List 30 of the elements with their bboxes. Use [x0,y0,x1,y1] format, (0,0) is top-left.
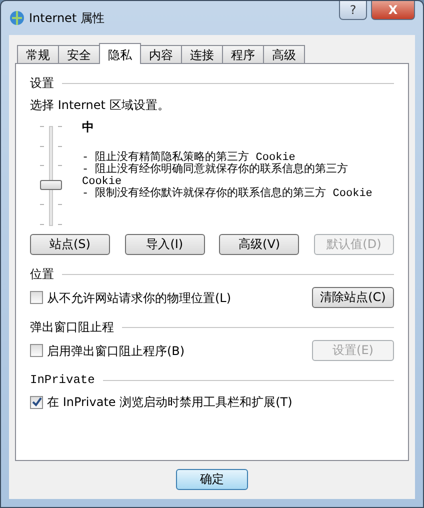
tab[interactable]: 内容 [140,45,182,63]
checkbox-label: 启用弹出窗口阻止程序(B) [47,342,185,360]
zone-prompt: 选择 Internet 区域设置。 [30,97,170,114]
section-heading: InPrivate [30,372,95,389]
checkbox[interactable] [30,291,43,304]
checkbox[interactable] [30,396,43,408]
tab[interactable]: 隐私 [99,43,141,64]
tab[interactable]: 安全 [58,45,100,63]
button[interactable]: 清除站点(C) [312,287,394,308]
tab[interactable]: 常规 [17,45,59,63]
description: - 阻止没有经你明确同意就保存你的联系信息的第三方 Cookie [82,164,350,188]
section-heading: 位置 [30,266,54,283]
level-name: 中 [82,119,95,136]
checkbox[interactable] [30,344,43,357]
ok-button[interactable]: 确定 [176,469,248,490]
description: - 阻止没有精简隐私策略的第三方 Cookie [82,152,296,164]
section-heading: 弹出窗口阻止程 [30,319,114,336]
section-heading: 设置 [30,75,54,92]
description: - 限制没有经你默许就保存你的联系信息的第三方 Cookie [82,188,374,200]
tab[interactable]: 高级 [263,45,305,63]
button[interactable]: 站点(S) [30,234,110,255]
window-title: Internet 属性 [29,10,104,27]
tab[interactable]: 程序 [222,45,264,63]
button[interactable]: 导入(I) [124,234,205,255]
tab[interactable]: 连接 [181,45,223,63]
slider-thumb[interactable] [40,180,62,190]
checkbox-label: 在 InPrivate 浏览启动时禁用工具栏和扩展(T) [47,394,292,411]
checkbox-label: 从不允许网站请求你的物理位置(L) [47,290,232,306]
help-button[interactable]: ? [339,1,367,20]
button[interactable]: 高级(V) [219,234,300,255]
